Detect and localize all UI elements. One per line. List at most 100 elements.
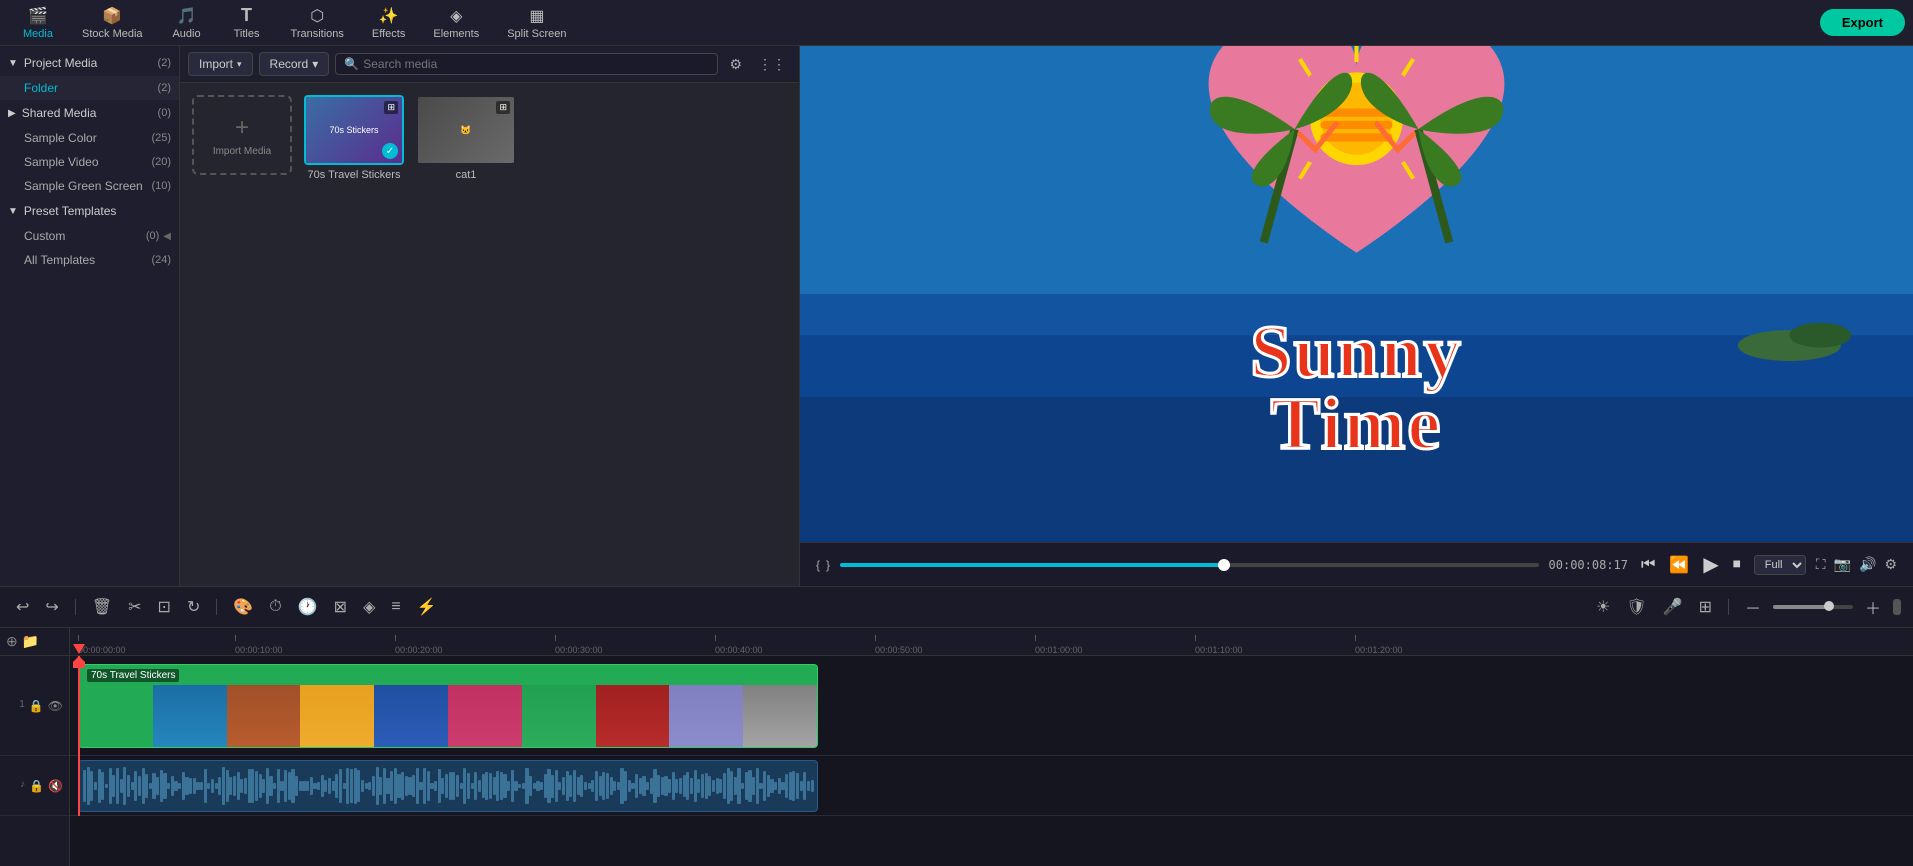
clip-frame-9 <box>669 685 743 748</box>
media-thumb-cat1[interactable]: 🐱 ⊞ cat1 <box>416 95 516 181</box>
nav-transitions-label: Transitions <box>291 28 344 40</box>
waveform-bar <box>708 776 711 795</box>
tl-eye-icon[interactable]: 👁 <box>48 699 63 713</box>
sidebar-item-sample-color[interactable]: Sample Color (25) <box>0 126 179 150</box>
tl-color-icon[interactable]: 🎨 <box>229 595 257 619</box>
tl-cut-icon[interactable]: ✂ <box>124 595 145 619</box>
quality-select[interactable]: Full 1/2 1/4 <box>1754 555 1806 575</box>
sidebar-section-header-shared-media[interactable]: ▶ Shared Media (0) <box>0 100 179 126</box>
import-placeholder-label: Import Media <box>213 146 271 157</box>
import-label: Import <box>199 57 233 71</box>
waveform-bar <box>752 777 755 794</box>
tl-lock-icon[interactable]: 🔒 <box>29 699 44 713</box>
tl-zoom-in-icon[interactable]: ＋ <box>1861 593 1885 621</box>
waveform-bar <box>606 773 609 800</box>
waveform-bar <box>507 781 510 790</box>
waveform-bar <box>211 779 214 793</box>
tl-shield-icon[interactable]: 🛡 <box>1622 595 1650 619</box>
nav-media[interactable]: 🎬 Media <box>8 2 68 44</box>
nav-audio[interactable]: 🎵 Audio <box>157 2 217 44</box>
view-options-icon[interactable]: ⋮⋮ <box>753 53 791 76</box>
filter-icon[interactable]: ⚙ <box>724 53 747 76</box>
tl-stabilize-icon[interactable]: 🕐 <box>294 595 322 619</box>
rewind-button[interactable]: ⏮ <box>1638 553 1658 577</box>
record-button[interactable]: Record ▾ <box>259 52 330 76</box>
tl-zoom-out-icon[interactable]: － <box>1741 593 1765 621</box>
tl-audio-mute-icon[interactable]: 🔇 <box>48 779 63 793</box>
tl-redo-icon[interactable]: ↪ <box>41 595 62 619</box>
media-thumb-travel-stickers[interactable]: 70s Stickers ⊞ ✓ 70s Travel Stickers <box>304 95 404 181</box>
nav-elements[interactable]: ◈ Elements <box>419 2 493 44</box>
nav-effects[interactable]: ✨ Effects <box>358 2 419 44</box>
search-input[interactable] <box>363 57 709 71</box>
fullscreen-icon[interactable]: ⛶ <box>1816 556 1826 573</box>
tl-delete-icon[interactable]: 🗑 <box>88 595 116 619</box>
volume-icon[interactable]: 🔊 <box>1859 556 1876 573</box>
tl-tracks: 70s Travel Stickers <box>70 656 1913 816</box>
tl-speed-icon[interactable]: ⏱ <box>265 596 285 618</box>
tl-crop2-icon[interactable]: ⊠ <box>330 595 351 619</box>
tl-audio-lock-icon[interactable]: 🔒 <box>29 779 44 793</box>
titles-icon: T <box>241 5 252 26</box>
play-button[interactable]: ▶ <box>1700 549 1721 580</box>
waveform-bar <box>613 781 616 790</box>
progress-track[interactable] <box>840 563 1539 567</box>
tl-mic-icon[interactable]: 🎤 <box>1659 595 1687 619</box>
tl-main[interactable]: 00:00:00:0000:00:10:0000:00:20:0000:00:3… <box>70 628 1913 866</box>
waveform-bar <box>145 774 148 798</box>
nav-stock-media[interactable]: 📦 Stock Media <box>68 2 157 44</box>
shared-media-count: (0) <box>158 107 171 119</box>
media-panel: Import ▾ Record ▾ 🔍 ⚙ ⋮⋮ + Import Media <box>180 46 800 586</box>
sidebar-section-header-project-media[interactable]: ▼ Project Media (2) <box>0 50 179 76</box>
waveform-bar <box>668 779 671 794</box>
waveform-bar <box>339 769 342 803</box>
tl-split-icon[interactable]: ⚡ <box>413 595 441 619</box>
tl-crop-icon[interactable]: ⊡ <box>154 595 175 619</box>
sidebar-item-sample-green[interactable]: Sample Green Screen (10) <box>0 174 179 198</box>
waveform-bar <box>558 782 561 791</box>
preview-panel: Sunny Time { } 00:00:08:17 ⏮ ⏪ ▶ ⏹ <box>800 46 1913 586</box>
sidebar-item-all-templates[interactable]: All Templates (24) <box>0 248 179 272</box>
import-media-placeholder[interactable]: + Import Media <box>192 95 292 175</box>
sidebar: ▼ Project Media (2) Folder (2) ▶ Shared … <box>0 46 180 586</box>
playback-bar: { } 00:00:08:17 ⏮ ⏪ ▶ ⏹ Full 1/2 1/4 ⛶ � <box>800 542 1913 586</box>
tl-align-icon[interactable]: ≡ <box>387 596 404 618</box>
nav-split-screen[interactable]: ▦ Split Screen <box>493 2 580 44</box>
timeline-content: ⊕ 📁 1 🔒 👁 ♪ 🔒 🔇 00:0 <box>0 628 1913 866</box>
export-button[interactable]: Export <box>1820 9 1905 36</box>
import-button[interactable]: Import ▾ <box>188 52 253 76</box>
tl-rotate-icon[interactable]: ↻ <box>183 595 204 619</box>
sidebar-item-folder[interactable]: Folder (2) <box>0 76 179 100</box>
sidebar-item-sample-video[interactable]: Sample Video (20) <box>0 150 179 174</box>
tl-separator-2 <box>216 599 217 615</box>
sidebar-section-header-preset-templates[interactable]: ▼ Preset Templates <box>0 198 179 224</box>
tl-undo-icon[interactable]: ↩ <box>12 595 33 619</box>
prev-frame-button[interactable]: ⏪ <box>1666 552 1692 578</box>
tl-folder-icon[interactable]: 📁 <box>22 633 39 650</box>
tl-tick: 00:00:30:00 <box>555 645 603 655</box>
tl-clip-frames <box>79 685 817 748</box>
tl-add-track-icon[interactable]: ⊕ <box>6 633 18 650</box>
preview-video: Sunny Time <box>800 46 1913 542</box>
tl-clip-video[interactable]: 70s Travel Stickers <box>78 664 818 748</box>
tl-waveform <box>79 761 817 811</box>
search-bar[interactable]: 🔍 <box>335 53 718 75</box>
tl-diamond-icon[interactable]: ◈ <box>359 595 379 619</box>
waveform-bar <box>719 779 722 794</box>
tl-clip-audio[interactable] <box>78 760 818 812</box>
transitions-icon: ⬡ <box>310 6 324 26</box>
bracket-open[interactable]: { <box>816 558 820 572</box>
tl-filter-icon[interactable]: ⊞ <box>1695 595 1716 619</box>
sidebar-item-custom[interactable]: Custom (0) ◀ <box>0 224 179 248</box>
bracket-close[interactable]: } <box>826 558 830 572</box>
nav-titles[interactable]: T Titles <box>217 1 277 44</box>
custom-collapse-arrow: ◀ <box>163 231 171 242</box>
nav-transitions[interactable]: ⬡ Transitions <box>277 2 358 44</box>
tl-zoom-track[interactable] <box>1773 605 1853 609</box>
tl-brightness-icon[interactable]: ☀ <box>1592 595 1614 619</box>
screenshot-icon[interactable]: 📷 <box>1834 556 1851 573</box>
waveform-bar <box>207 783 210 789</box>
settings-preview-icon[interactable]: ⚙ <box>1884 556 1897 573</box>
stop-button[interactable]: ⏹ <box>1730 553 1744 577</box>
tl-separator-1 <box>75 599 76 615</box>
